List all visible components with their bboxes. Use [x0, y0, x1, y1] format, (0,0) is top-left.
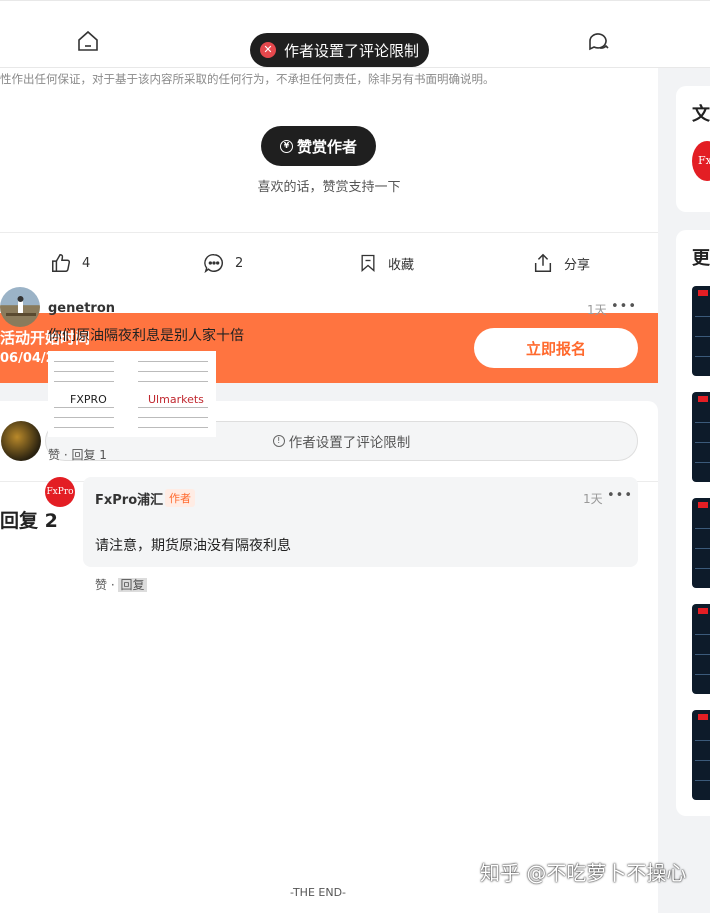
tip-author-button[interactable]: ¥ 赞赏作者 [261, 126, 376, 166]
comment-reply-button[interactable]: 回复 1 [71, 448, 106, 462]
coin-icon: ¥ [279, 139, 293, 153]
author-badge: 作者 [165, 489, 195, 507]
user-photo-icon [6, 296, 36, 316]
toast: ✕ 作者设置了评论限制 [250, 33, 430, 67]
comment-like-button[interactable]: 赞 [48, 448, 60, 462]
tip-author-label: 赞赏作者 [296, 137, 357, 156]
comment-image[interactable]: FXPRO Ulmarkets [48, 351, 216, 437]
comment-icon [204, 254, 223, 274]
comment-count: 2 [235, 255, 244, 271]
thumbnail[interactable] [692, 710, 710, 800]
collect-button[interactable]: 收藏 [358, 248, 414, 278]
brand-logo[interactable]: Fx [692, 141, 710, 181]
more-icon[interactable]: ••• [607, 488, 633, 503]
collect-label: 收藏 [388, 257, 415, 273]
divider [0, 232, 658, 233]
comment-button[interactable]: 2 [203, 248, 243, 278]
reply-text: 请注意，期货原油没有隔夜利息 [95, 538, 291, 554]
action-bar: 4 2 收藏 分享 [0, 248, 658, 278]
home-icon[interactable] [76, 29, 100, 53]
page: ✕ 作者设置了评论限制 性作出任何保证，对于基于该内容所采取的任何行为，不承担任… [0, 0, 710, 913]
comment-input-placeholder: 作者设置了评论限制 [288, 435, 411, 451]
message-icon[interactable] [586, 29, 610, 53]
reply-time: 1天 [583, 492, 603, 506]
disclaimer-text: 性作出任何保证，对于基于该内容所采取的任何行为，不承担任何责任，除非另有书面明确… [0, 72, 495, 86]
like-button[interactable]: 4 [50, 248, 90, 278]
info-icon: ! [272, 435, 285, 447]
comment-footer: 赞 · 回复 1 [48, 446, 107, 463]
reply-avatar[interactable]: FxPro [45, 477, 75, 507]
comment-time: 1天 [587, 303, 607, 317]
image-label: FXPRO [70, 393, 107, 406]
share-label: 分享 [564, 257, 591, 273]
sidebar-title: 文 [692, 104, 710, 125]
share-icon [534, 253, 552, 272]
signup-button[interactable]: 立即报名 [474, 328, 638, 368]
sidebar-article-card: 文 Fx [676, 86, 710, 212]
comment-username[interactable]: genetron [48, 301, 115, 316]
reply-footer: 赞 · 回复 [95, 576, 147, 593]
reply-like-button[interactable]: 赞 [95, 578, 107, 592]
replies-title: 回复 2 [0, 510, 58, 532]
tip-subtitle: 喜欢的话，赞赏支持一下 [257, 180, 401, 195]
reply-username[interactable]: FxPro浦汇 [95, 489, 163, 508]
sidebar-title: 更 [692, 248, 710, 269]
thumbnail[interactable] [692, 498, 710, 588]
sidebar-more-card: 更 [676, 230, 710, 816]
article-footer-card: 性作出任何保证，对于基于该内容所采取的任何行为，不承担任何责任，除非另有书面明确… [0, 68, 658, 313]
more-icon[interactable]: ••• [611, 299, 637, 314]
main-column: 性作出任何保证，对于基于该内容所采取的任何行为，不承担任何责任，除非另有书面明确… [0, 68, 658, 913]
toast-text: 作者设置了评论限制 [284, 41, 420, 60]
like-count: 4 [82, 255, 91, 271]
thumbs-up-icon [52, 254, 71, 272]
error-icon: ✕ [260, 42, 276, 58]
thumbnail[interactable] [692, 392, 710, 482]
image-label: Ulmarkets [148, 393, 204, 406]
reply-reply-button[interactable]: 回复 [118, 578, 147, 592]
bookmark-icon [361, 254, 375, 272]
the-end-label: -THE END- [290, 886, 347, 899]
thumbnail[interactable] [692, 286, 710, 376]
comment-avatar[interactable] [0, 287, 40, 327]
thumbnail[interactable] [692, 604, 710, 694]
avatar [1, 421, 41, 461]
comment-text: 你们原油隔夜利息是别人家十倍 [48, 328, 244, 344]
watermark: 知乎 @不吃萝卜不操心 [480, 861, 687, 885]
reply-bubble: FxPro浦汇 作者 1天 ••• 请注意，期货原油没有隔夜利息 [83, 477, 638, 567]
share-button[interactable]: 分享 [532, 248, 590, 278]
